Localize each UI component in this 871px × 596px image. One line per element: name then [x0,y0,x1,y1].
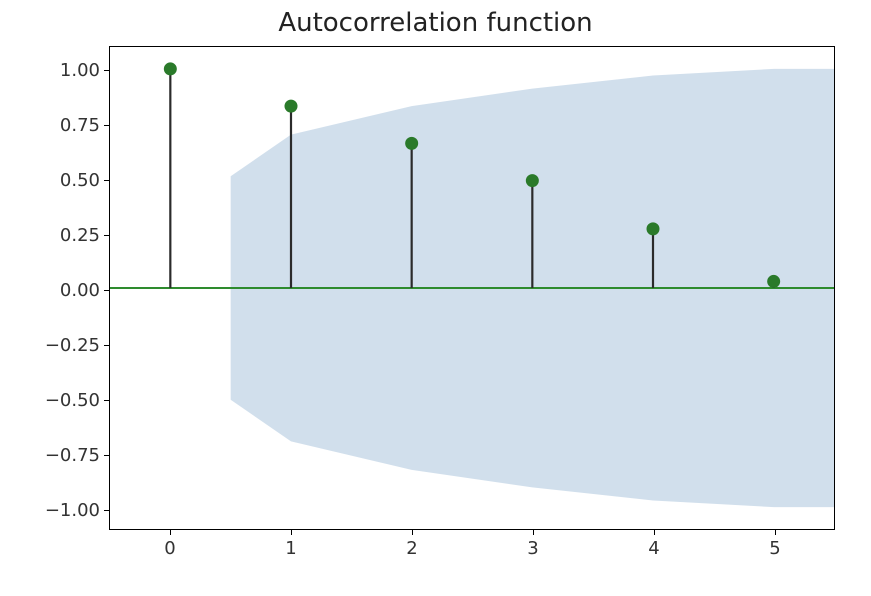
acf-marker [767,275,780,288]
ytick-label: −0.25 [40,335,100,356]
chart-figure: Autocorrelation function −1.00 −0.75 −0.… [0,0,871,596]
plot-area [109,46,835,530]
ytick-label: 0.25 [40,225,100,246]
ytick-label: 0.50 [40,170,100,191]
acf-marker [647,222,660,235]
chart-svg [110,47,834,529]
xtick-mark [291,530,292,535]
xtick-label: 3 [513,538,553,559]
acf-marker [164,62,177,75]
ytick-label: −1.00 [40,500,100,521]
xtick-mark [775,530,776,535]
xtick-mark [533,530,534,535]
xtick-label: 4 [634,538,674,559]
ytick-label: −0.50 [40,390,100,411]
xtick-mark [412,530,413,535]
acf-marker [285,100,298,113]
xtick-mark [170,530,171,535]
xtick-label: 5 [755,538,795,559]
ytick-label: 1.00 [40,60,100,81]
xtick-label: 2 [392,538,432,559]
ytick-label: −0.75 [40,445,100,466]
acf-marker [405,137,418,150]
ytick-label: 0.75 [40,115,100,136]
ytick-label: 0.00 [40,280,100,301]
xtick-mark [654,530,655,535]
xtick-label: 1 [271,538,311,559]
acf-marker [526,174,539,187]
xtick-label: 0 [150,538,190,559]
chart-title: Autocorrelation function [0,8,871,38]
